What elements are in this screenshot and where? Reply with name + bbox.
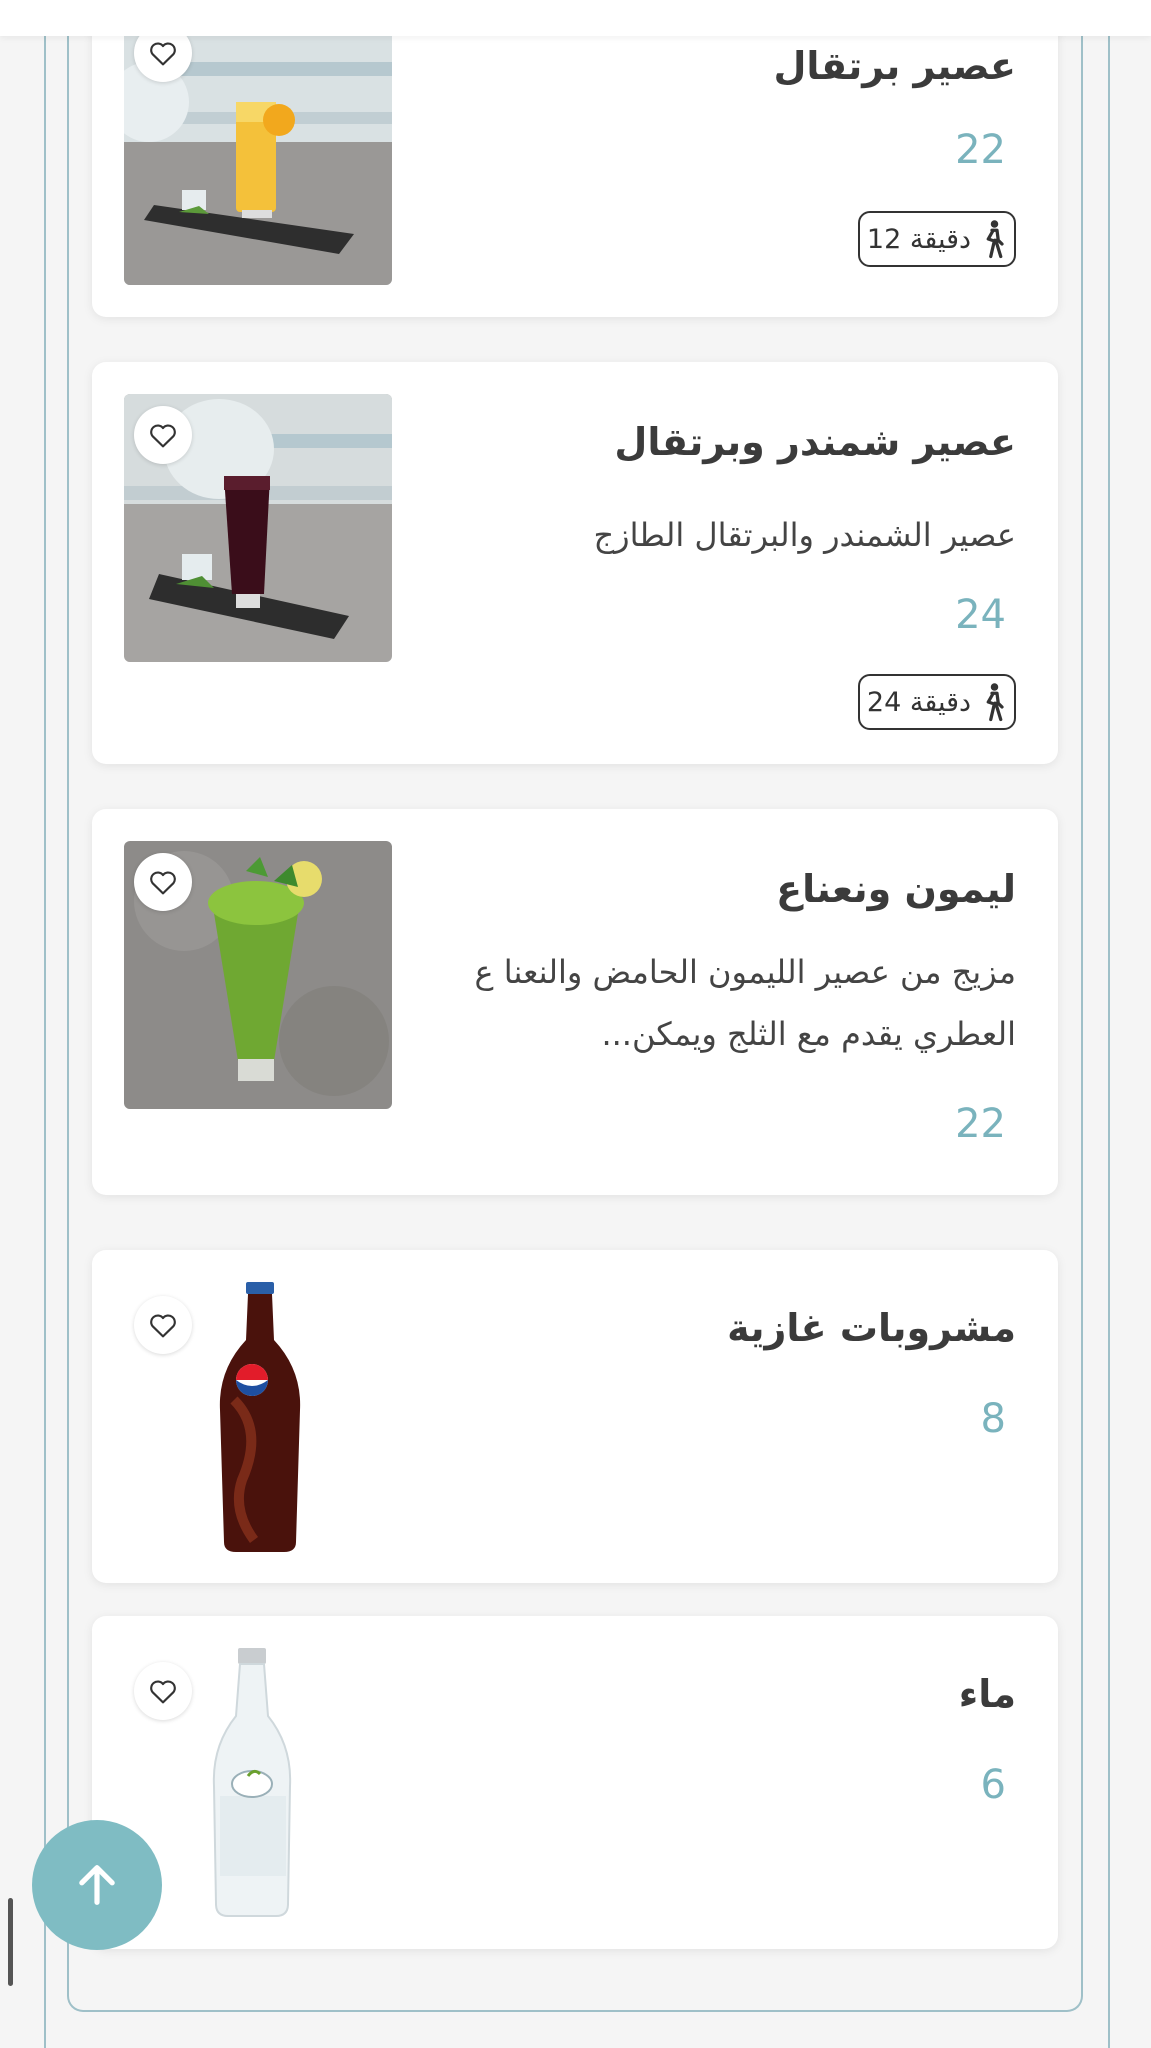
menu-item-card[interactable]: ليمون ونعناع مزيج من عصير الليمون الحامض… [92, 809, 1058, 1195]
heart-icon [150, 42, 176, 66]
menu-item-card[interactable]: مشروبات غازية 8 [92, 1250, 1058, 1583]
heart-icon [150, 1680, 176, 1704]
frame-line-right [1108, 36, 1110, 2048]
item-description: مزيج من عصير الليمون الحامض والنعنا ع ال… [474, 953, 1016, 1053]
scroll-to-top-button[interactable] [32, 1820, 162, 1950]
prep-time-badge: 12 دقيقة [858, 211, 1016, 267]
menu-item-card[interactable]: عصير برتقال 22 12 دقيقة [92, 12, 1058, 317]
top-bar [0, 0, 1151, 36]
arrow-up-icon [79, 1865, 115, 1905]
menu-item-card[interactable]: ماء 6 [92, 1616, 1058, 1949]
item-name: ماء [958, 1672, 1016, 1716]
walking-person-icon [986, 220, 1004, 259]
item-name: ليمون ونعناع [776, 867, 1016, 911]
prep-time-text: 24 دقيقة [866, 686, 972, 718]
favorite-button[interactable] [134, 406, 192, 464]
prep-time-text: 12 دقيقة [866, 223, 972, 255]
item-price: 22 [955, 1101, 1006, 1147]
walking-person-icon [986, 683, 1004, 722]
scrollbar-thumb[interactable] [8, 1898, 13, 1986]
favorite-button[interactable] [134, 1296, 192, 1354]
heart-icon [150, 424, 176, 448]
favorite-button[interactable] [134, 1662, 192, 1720]
item-name: مشروبات غازية [727, 1306, 1016, 1350]
heart-icon [150, 871, 176, 895]
item-price: 6 [980, 1762, 1006, 1808]
item-price: 8 [980, 1396, 1006, 1442]
item-price: 24 [955, 592, 1006, 638]
favorite-button[interactable] [134, 853, 192, 911]
menu-item-card[interactable]: عصير شمندر وبرتقال عصير الشمندر والبرتقا… [92, 362, 1058, 764]
item-name: عصير شمندر وبرتقال [614, 420, 1016, 464]
item-description: عصير الشمندر والبرتقال الطازج [593, 516, 1016, 554]
item-price: 22 [955, 127, 1006, 173]
item-name: عصير برتقال [773, 44, 1016, 88]
frame-line-left [44, 36, 46, 2048]
heart-icon [150, 1314, 176, 1338]
prep-time-badge: 24 دقيقة [858, 674, 1016, 730]
